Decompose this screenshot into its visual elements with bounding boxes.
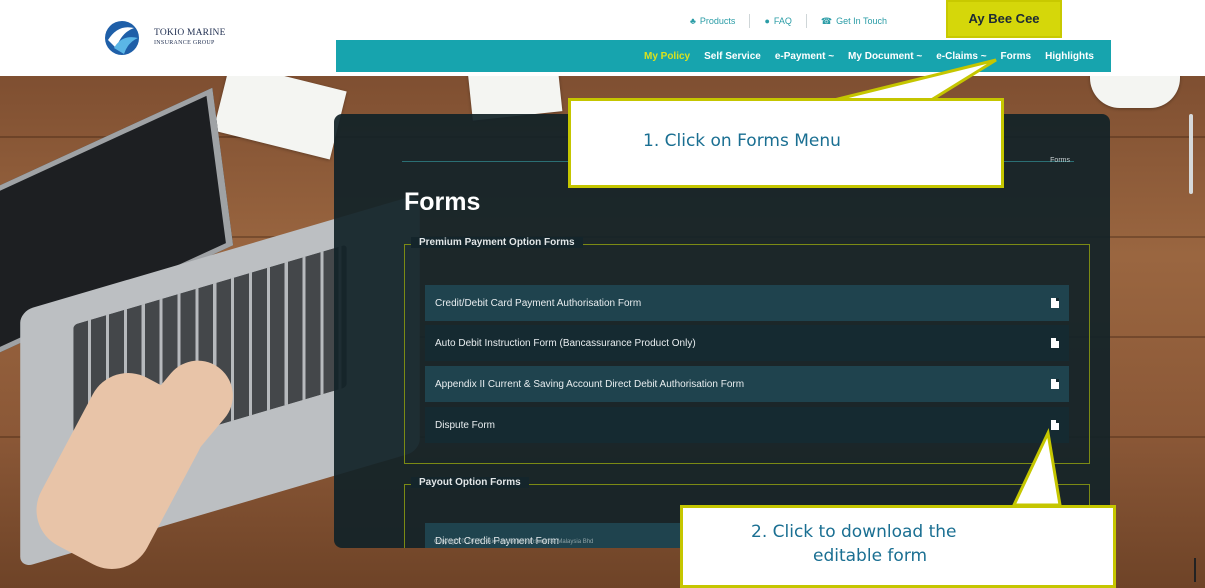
company-logo[interactable]: TOKIO MARINE INSURANCE GROUP (100, 18, 226, 58)
tokio-marine-logo-icon (105, 21, 139, 55)
products-label: Products (699, 16, 736, 26)
form-row[interactable]: Auto Debit Instruction Form (Bancassuran… (425, 325, 1069, 361)
phone-icon: ☎ (820, 15, 833, 26)
scrollbar[interactable] (1189, 114, 1193, 194)
nav-self-service[interactable]: Self Service (697, 51, 768, 62)
products-icon: ♣ (690, 16, 696, 26)
mouse (1090, 76, 1180, 108)
get-in-touch-link[interactable]: ☎ Get In Touch (807, 16, 901, 27)
nav-e-claims[interactable]: e-Claims ~ (929, 51, 993, 62)
callout-text: editable form (813, 546, 928, 566)
site-header: TOKIO MARINE INSURANCE GROUP ♣ Products … (0, 0, 1205, 76)
cursor-mark (1194, 558, 1196, 582)
breadcrumb: Forms (1050, 157, 1070, 164)
download-document-icon[interactable] (1051, 379, 1059, 389)
user-name-button[interactable]: Ay Bee Cee (946, 0, 1062, 38)
instruction-callout-2: 2. Click to download the editable form (680, 505, 1116, 588)
faq-link[interactable]: ● FAQ (750, 16, 805, 26)
instruction-callout-1: 1. Click on Forms Menu (568, 98, 1004, 188)
download-document-icon[interactable] (1051, 338, 1059, 348)
callout-text: 2. Click to download the (751, 522, 957, 542)
page-title: Forms (404, 188, 481, 216)
premium-payment-group: Premium Payment Option Forms Credit/Debi… (404, 237, 1090, 464)
products-link[interactable]: ♣ Products (676, 16, 749, 26)
nav-my-document[interactable]: My Document ~ (841, 51, 929, 62)
group-legend: Payout Option Forms (411, 477, 529, 488)
copyright-text: Copyright © 2018 Tokio Marine Life Insur… (434, 539, 594, 545)
form-row[interactable]: Dispute Form (425, 407, 1069, 443)
logo-name: TOKIO MARINE (154, 28, 226, 38)
logo-subtitle: INSURANCE GROUP (154, 40, 215, 46)
nav-e-payment[interactable]: e-Payment ~ (768, 51, 841, 62)
form-name: Appendix II Current & Saving Account Dir… (435, 378, 745, 390)
form-name: Dispute Form (435, 419, 496, 431)
form-name: Credit/Debit Card Payment Authorisation … (435, 297, 642, 309)
download-document-icon[interactable] (1051, 420, 1059, 430)
nav-highlights[interactable]: Highlights (1038, 51, 1101, 62)
nav-my-policy[interactable]: My Policy (637, 51, 697, 62)
form-row[interactable]: Appendix II Current & Saving Account Dir… (425, 366, 1069, 402)
form-row[interactable]: Credit/Debit Card Payment Authorisation … (425, 285, 1069, 321)
group-legend: Premium Payment Option Forms (411, 237, 583, 248)
main-nav: My Policy Self Service e-Payment ~ My Do… (336, 40, 1111, 72)
faq-label: FAQ (773, 16, 792, 26)
get-in-touch-label: Get In Touch (836, 16, 887, 26)
paper-sheet (213, 76, 347, 160)
nav-forms[interactable]: Forms (994, 51, 1039, 62)
chat-icon: ● (764, 16, 770, 26)
utility-links: ♣ Products ● FAQ ☎ Get In Touch (676, 14, 901, 28)
callout-text: 1. Click on Forms Menu (643, 131, 841, 151)
form-name: Auto Debit Instruction Form (Bancassuran… (435, 337, 696, 349)
download-document-icon[interactable] (1051, 298, 1059, 308)
